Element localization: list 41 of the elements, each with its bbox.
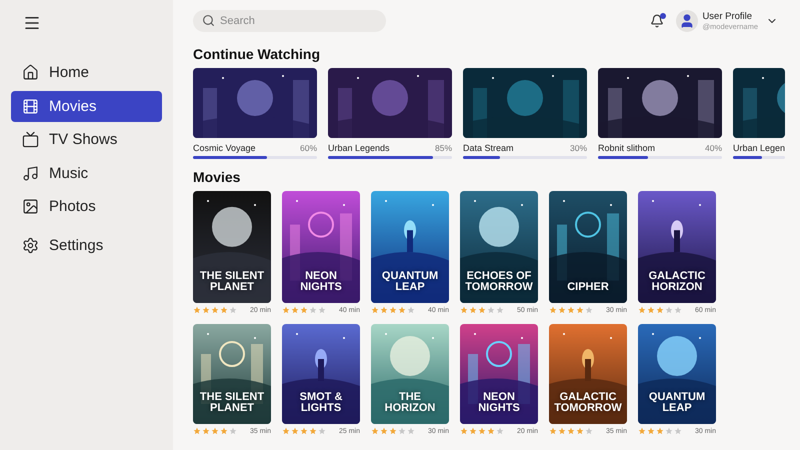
- menu-icon[interactable]: [23, 14, 41, 32]
- sidebar-item[interactable]: Movies: [11, 90, 162, 122]
- poster-title: SMOT & LIGHTS: [298, 392, 344, 414]
- poster-title: ECHOES OF TOMORROW: [464, 271, 534, 293]
- home-icon: [22, 64, 39, 81]
- poster-title: THE HORIZON: [384, 392, 436, 414]
- profile-name: User Profile: [702, 11, 754, 22]
- poster-title: THE SILENT PLANET: [198, 392, 266, 414]
- sidebar-item[interactable]: TV Shows: [11, 124, 162, 155]
- search-field[interactable]: Search: [193, 10, 386, 32]
- tv-icon: [22, 131, 39, 148]
- poster-title: GALACTIC HORIZON: [648, 271, 706, 293]
- poster-title: GALACTIC TOMORROW: [553, 392, 623, 414]
- sidebar-item[interactable]: Settings: [11, 230, 162, 260]
- video-title: Robnit slithom: [598, 143, 656, 153]
- poster-title: NEON NIGHTS: [477, 392, 521, 414]
- poster-title: NEON NIGHTS: [299, 271, 343, 293]
- avatar-icon[interactable]: [676, 10, 698, 32]
- poster-title: THE SILENT PLANET: [198, 271, 266, 293]
- progress-text: 40%: [704, 143, 722, 153]
- video-title: Data Stream: [463, 143, 514, 153]
- section-title: Movies: [193, 169, 242, 185]
- progress-text: 60%: [300, 143, 317, 153]
- sidebar-item[interactable]: Music: [11, 158, 162, 188]
- gear-icon: [22, 236, 39, 254]
- notification-bell-icon[interactable]: [650, 14, 664, 28]
- progress-text: 30%: [570, 143, 587, 153]
- video-title: Urban Legen: [733, 143, 786, 153]
- video-title: Urban Legends: [328, 143, 390, 153]
- section-title: Continue Watching: [193, 46, 322, 62]
- video-title: Cosmic Voyage: [193, 143, 256, 153]
- progress-text: 85%: [434, 143, 452, 153]
- sidebar-item[interactable]: Photos: [11, 191, 162, 222]
- sidebar-item[interactable]: Home: [11, 57, 162, 88]
- poster-title: QUANTUM LEAP: [380, 271, 440, 293]
- image-icon: [22, 198, 39, 215]
- poster-title: CIPHER: [566, 282, 610, 293]
- search-icon: [202, 14, 215, 27]
- film-icon: [22, 98, 39, 114]
- poster-title: QUANTUM LEAP: [648, 392, 706, 414]
- music-icon: [22, 164, 39, 182]
